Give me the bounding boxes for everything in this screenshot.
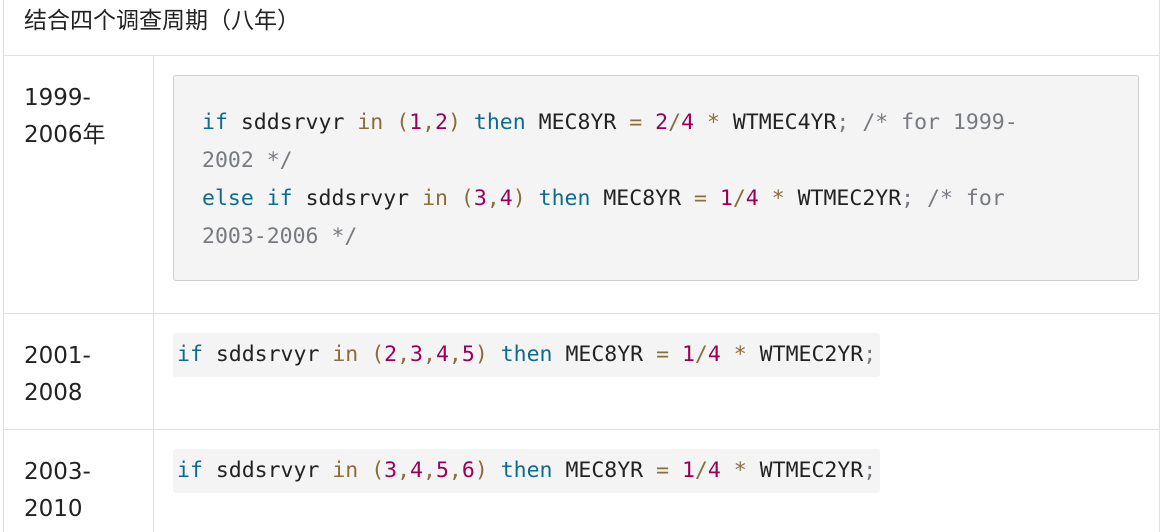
year-start: 2003- <box>24 459 91 485</box>
code-cell: if sddsrvyr in (3,4,5,6) then MEC8YR = 1… <box>154 430 1159 532</box>
code-cell: if sddsrvyr in (1,2) then MEC8YR = 2/4 *… <box>154 56 1159 313</box>
year-start: 2001- <box>24 343 91 369</box>
table-header: 结合四个调查周期（八年） <box>4 0 1159 56</box>
year-start: 1999- <box>24 85 91 111</box>
year-cell: 2003- 2010 <box>4 430 154 532</box>
table-row: 1999- 2006年 if sddsrvyr in (1,2) then ME… <box>4 56 1159 314</box>
year-end: 2008 <box>24 380 83 406</box>
code-block[interactable]: if sddsrvyr in (1,2) then MEC8YR = 2/4 *… <box>173 75 1139 281</box>
inline-code[interactable]: if sddsrvyr in (3,4,5,6) then MEC8YR = 1… <box>173 449 881 493</box>
code-line: else if sddsrvyr in (3,4) then MEC8YR = … <box>202 186 1005 211</box>
year-end: 2006年 <box>24 122 106 148</box>
code-line: 2002 */ <box>202 148 293 173</box>
header-title: 结合四个调查周期（八年） <box>24 8 300 34</box>
table-row: 2003- 2010 if sddsrvyr in (3,4,5,6) then… <box>4 430 1159 532</box>
code-cell: if sddsrvyr in (2,3,4,5) then MEC8YR = 1… <box>154 314 1159 429</box>
code-line: if sddsrvyr in (1,2) then MEC8YR = 2/4 *… <box>202 110 1018 135</box>
code-line: 2003-2006 */ <box>202 224 358 249</box>
year-cell: 2001- 2008 <box>4 314 154 429</box>
year-cell: 1999- 2006年 <box>4 56 154 313</box>
inline-code[interactable]: if sddsrvyr in (2,3,4,5) then MEC8YR = 1… <box>173 333 881 377</box>
table-row: 2001- 2008 if sddsrvyr in (2,3,4,5) then… <box>4 314 1159 430</box>
weights-table: 结合四个调查周期（八年） 1999- 2006年 if sddsrvyr in … <box>3 0 1160 532</box>
year-end: 2010 <box>24 496 83 522</box>
